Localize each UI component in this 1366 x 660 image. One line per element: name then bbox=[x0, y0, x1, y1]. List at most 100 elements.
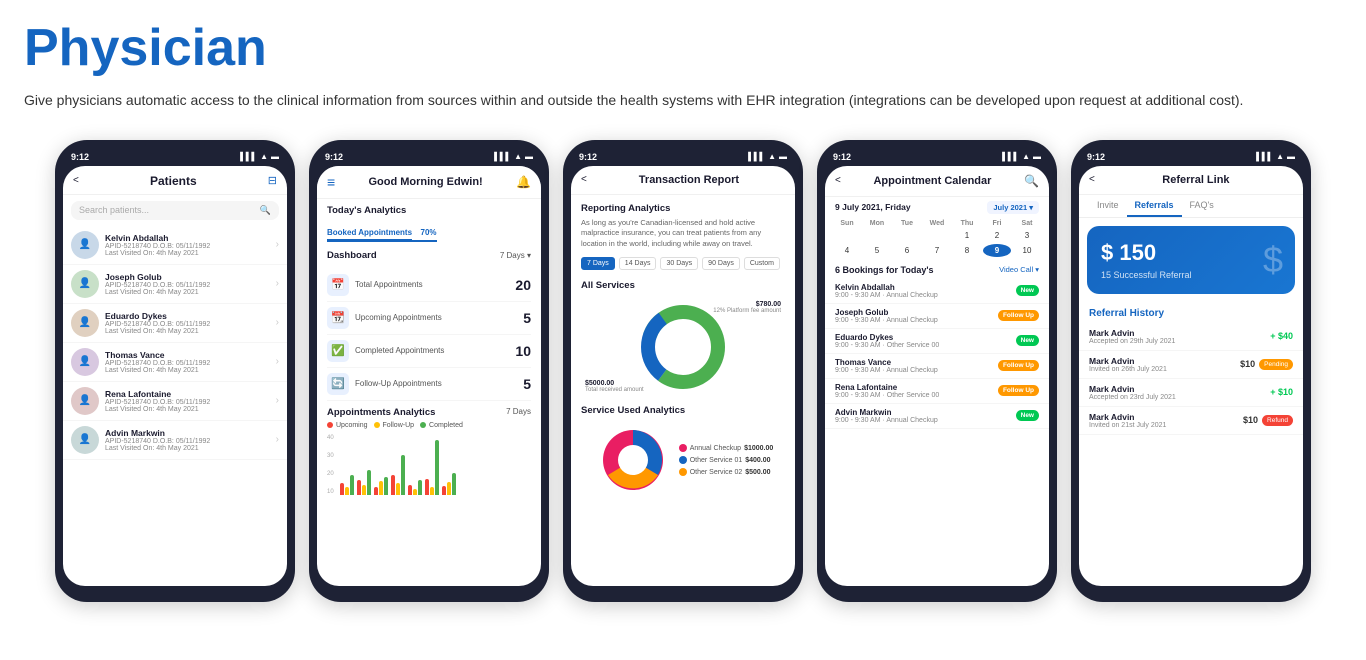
tab-invite[interactable]: Invite bbox=[1089, 195, 1127, 217]
legend-completed: Completed bbox=[420, 422, 463, 429]
legend-completed-label: Completed bbox=[429, 422, 463, 429]
bar-followup bbox=[379, 481, 383, 495]
patient-name: Joseph Golub bbox=[105, 272, 270, 282]
video-call-selector[interactable]: Video Call ▾ bbox=[999, 265, 1039, 274]
cal-cell-8[interactable]: 8 bbox=[953, 244, 981, 257]
search-icon: 🔍 bbox=[260, 205, 271, 216]
phone-status-icons: ▌▌▌ ▲ ▬ bbox=[494, 152, 533, 161]
appt-badge-new: New bbox=[1016, 410, 1039, 421]
tab-referrals[interactable]: Referrals bbox=[1127, 195, 1182, 217]
battery-icon: ▬ bbox=[271, 152, 279, 161]
patient-item[interactable]: 👤 Advin Markwin APID-5218740 D.O.B: 05/1… bbox=[63, 421, 287, 460]
referral-item: Mark Advin Invited on 26th July 2021 $10… bbox=[1079, 351, 1303, 379]
search-bar[interactable]: Search patients... 🔍 bbox=[71, 201, 279, 220]
patient-item[interactable]: 👤 Eduardo Dykes APID-5218740 D.O.B: 05/1… bbox=[63, 304, 287, 343]
tab-faqs[interactable]: FAQ's bbox=[1182, 195, 1222, 217]
filter-30days[interactable]: 30 Days bbox=[660, 257, 698, 270]
legend-followup: Follow-Up bbox=[374, 422, 415, 429]
appointment-item[interactable]: Rena Lafontaine 9:00 - 9:30 AM · Other S… bbox=[825, 379, 1049, 404]
days-selector[interactable]: 7 Days ▾ bbox=[500, 251, 531, 260]
back-button[interactable]: < bbox=[835, 175, 841, 186]
battery-icon: ▬ bbox=[525, 152, 533, 161]
patient-meta: APID-5218740 D.O.B: 05/11/1992 bbox=[105, 360, 270, 367]
ref-name: Mark Advin bbox=[1089, 412, 1243, 422]
booked-tab[interactable]: Booked Appointments bbox=[327, 228, 412, 241]
signal-icon: ▌▌▌ bbox=[240, 152, 257, 161]
phone-calendar: 9:12 ▌▌▌ ▲ ▬ < Appointment Calendar 🔍 9 … bbox=[817, 140, 1057, 602]
stat-completed-appointments: ✅ Completed Appointments 10 bbox=[327, 335, 531, 368]
back-button[interactable]: < bbox=[73, 175, 79, 186]
filter-7days[interactable]: 7 Days bbox=[581, 257, 615, 270]
patient-info: Rena Lafontaine APID-5218740 D.O.B: 05/1… bbox=[105, 389, 270, 413]
signal-icon: ▌▌▌ bbox=[1256, 152, 1273, 161]
legend-label: Annual Checkup bbox=[690, 445, 741, 452]
bar-upcoming bbox=[374, 487, 378, 495]
ref-date: Accepted on 23rd July 2021 bbox=[1089, 394, 1270, 401]
bar-group bbox=[391, 455, 405, 495]
filter-custom[interactable]: Custom bbox=[744, 257, 780, 270]
day-tue: Tue bbox=[893, 220, 921, 227]
filter-90days[interactable]: 90 Days bbox=[702, 257, 740, 270]
patient-item[interactable]: 👤 Thomas Vance APID-5218740 D.O.B: 05/11… bbox=[63, 343, 287, 382]
stat-total-appointments: 📅 Total Appointments 20 bbox=[327, 269, 531, 302]
calendar-header: < Appointment Calendar 🔍 bbox=[825, 166, 1049, 197]
patients-header: < Patients ⊟ bbox=[63, 166, 287, 195]
bar-followup bbox=[430, 487, 434, 495]
patient-item[interactable]: 👤 Joseph Golub APID-5218740 D.O.B: 05/11… bbox=[63, 265, 287, 304]
filter-icon[interactable]: ⊟ bbox=[268, 174, 277, 187]
donut-chart: $780.00 12% Platform fee amount $5000.00… bbox=[581, 297, 785, 397]
appt-info: Advin Markwin 9:00 - 9:30 AM · Annual Ch… bbox=[835, 408, 1011, 424]
appointment-item[interactable]: Thomas Vance 9:00 - 9:30 AM · Annual Che… bbox=[825, 354, 1049, 379]
transaction-title: Transaction Report bbox=[593, 174, 785, 186]
appointment-item[interactable]: Eduardo Dykes 9:00 - 9:30 AM · Other Ser… bbox=[825, 329, 1049, 354]
cal-cell-10[interactable]: 10 bbox=[1013, 244, 1041, 257]
donut-label-bottom: $5000.00 Total received amount bbox=[585, 380, 644, 393]
ref-name: Mark Advin bbox=[1089, 328, 1270, 338]
analytics-title: Appointments Analytics 7 Days bbox=[327, 407, 531, 418]
legend-label: Other Service 02 bbox=[690, 469, 743, 476]
filter-14days[interactable]: 14 Days bbox=[619, 257, 657, 270]
bars-container bbox=[340, 435, 456, 495]
stat-label: Total Appointments bbox=[355, 280, 423, 289]
month-selector[interactable]: July 2021 ▾ bbox=[987, 201, 1039, 214]
cal-cell-1[interactable]: 1 bbox=[953, 229, 981, 242]
bell-icon[interactable]: 🔔 bbox=[516, 175, 531, 189]
cal-cell-7[interactable]: 7 bbox=[923, 244, 951, 257]
bar-upcoming bbox=[442, 486, 446, 495]
back-button[interactable]: < bbox=[581, 174, 587, 185]
cal-cell-9-today[interactable]: 9 bbox=[983, 244, 1011, 257]
patient-item[interactable]: 👤 Kelvin Abdallah APID-5218740 D.O.B: 05… bbox=[63, 226, 287, 265]
patient-last-visit: Last Visited On: 4th May 2021 bbox=[105, 328, 270, 335]
cal-cell-4[interactable]: 4 bbox=[833, 244, 861, 257]
bar-completed bbox=[452, 473, 456, 495]
back-button[interactable]: < bbox=[1089, 174, 1095, 185]
menu-icon[interactable]: ≡ bbox=[327, 174, 335, 190]
cal-cell-5[interactable]: 5 bbox=[863, 244, 891, 257]
ref-amount: + $40 bbox=[1270, 331, 1293, 341]
patient-item[interactable]: 👤 Rena Lafontaine APID-5218740 D.O.B: 05… bbox=[63, 382, 287, 421]
cal-cell-2[interactable]: 2 bbox=[983, 229, 1011, 242]
wifi-icon: ▲ bbox=[1022, 152, 1030, 161]
bar-followup bbox=[362, 485, 366, 495]
appointment-item[interactable]: Advin Markwin 9:00 - 9:30 AM · Annual Ch… bbox=[825, 404, 1049, 429]
referral-title: Referral Link bbox=[1099, 174, 1293, 186]
ref-amount: $10 bbox=[1243, 415, 1258, 425]
legend-upcoming-label: Upcoming bbox=[336, 422, 368, 429]
patient-info: Thomas Vance APID-5218740 D.O.B: 05/11/1… bbox=[105, 350, 270, 374]
patient-last-visit: Last Visited On: 4th May 2021 bbox=[105, 367, 270, 374]
appointment-item[interactable]: Joseph Golub 9:00 - 9:30 AM · Annual Che… bbox=[825, 304, 1049, 329]
day-fri: Fri bbox=[983, 220, 1011, 227]
followup-dot bbox=[374, 422, 380, 428]
legend-followup-label: Follow-Up bbox=[383, 422, 415, 429]
bar-completed bbox=[401, 455, 405, 495]
search-icon[interactable]: 🔍 bbox=[1024, 174, 1039, 188]
y-label: 40 bbox=[327, 435, 334, 441]
day-mon: Mon bbox=[863, 220, 891, 227]
referral-item: Mark Advin Accepted on 29th July 2021 + … bbox=[1079, 323, 1303, 351]
appointment-item[interactable]: Kelvin Abdallah 9:00 - 9:30 AM · Annual … bbox=[825, 279, 1049, 304]
cal-cell-3[interactable]: 3 bbox=[1013, 229, 1041, 242]
stat-label: Upcoming Appointments bbox=[355, 313, 442, 322]
patient-name: Advin Markwin bbox=[105, 428, 270, 438]
cal-cell-6[interactable]: 6 bbox=[893, 244, 921, 257]
phone-time: 9:12 bbox=[579, 152, 597, 162]
